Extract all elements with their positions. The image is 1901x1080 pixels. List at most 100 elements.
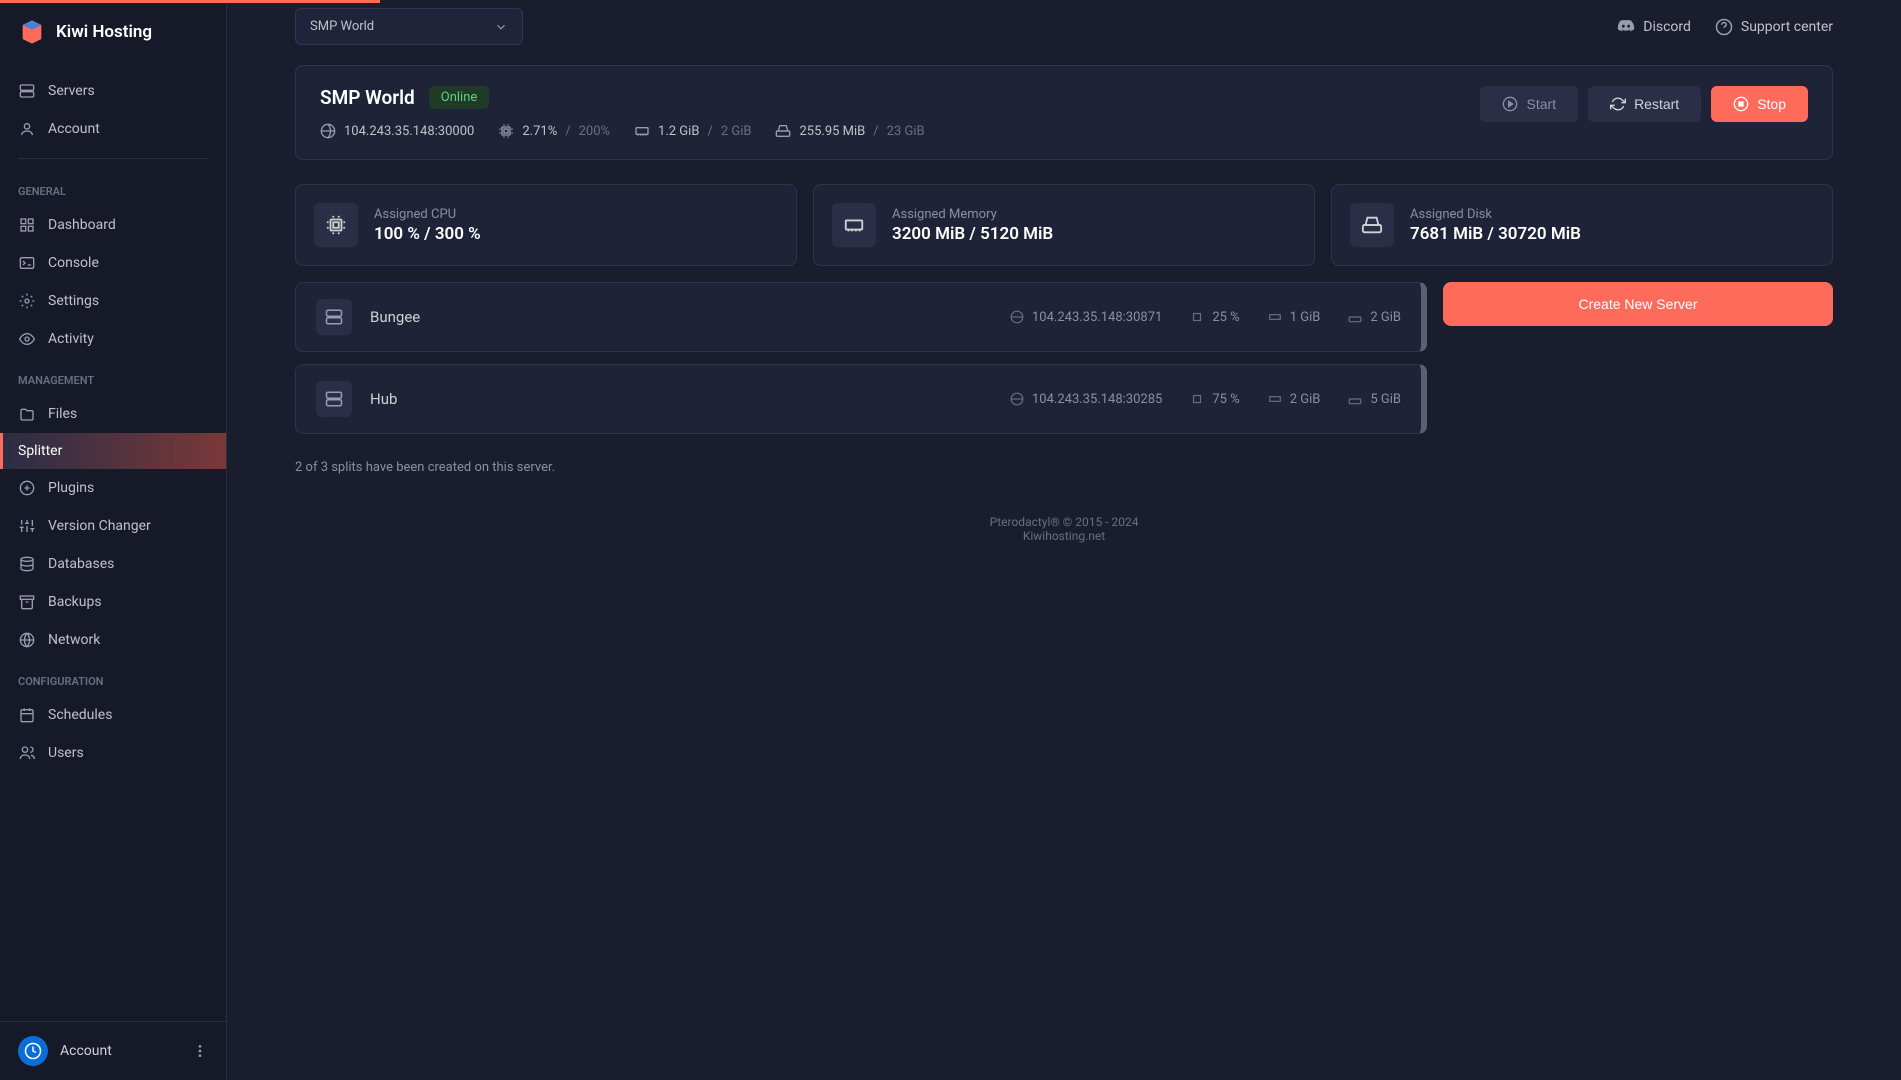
stop-label: Stop (1757, 96, 1786, 112)
create-server-button[interactable]: Create New Server (1443, 282, 1833, 326)
splits-count: 2 of 3 splits have been created on this … (295, 460, 1427, 475)
topbar-right: Discord Support center (1617, 18, 1833, 36)
nav-users[interactable]: Users (0, 734, 226, 772)
restart-label: Restart (1634, 96, 1679, 112)
disk-icon (1350, 203, 1394, 247)
nav-label: Backups (48, 594, 102, 610)
restart-button[interactable]: Restart (1588, 86, 1701, 122)
nav-label: Splitter (18, 443, 62, 459)
nav-label: Plugins (48, 480, 94, 496)
discord-label: Discord (1643, 19, 1691, 35)
split-row[interactable]: Hub 104.243.35.148:30285 75 % 2 GiB 5 Gi… (295, 364, 1427, 434)
stop-icon (1733, 96, 1749, 112)
start-button: Start (1480, 86, 1578, 122)
nav-files[interactable]: Files (0, 395, 226, 433)
section-configuration: CONFIGURATION (0, 659, 226, 696)
footer-line2[interactable]: Kiwihosting.net (295, 529, 1833, 543)
split-name: Bungee (370, 308, 550, 326)
card-value: 3200 MiB / 5120 MiB (892, 224, 1053, 244)
nav-activity[interactable]: Activity (0, 320, 226, 358)
card-label: Assigned CPU (374, 207, 481, 222)
resource-cards: Assigned CPU 100 % / 300 % Assigned Memo… (295, 184, 1833, 266)
archive-icon (18, 593, 36, 611)
nav-settings[interactable]: Settings (0, 282, 226, 320)
card-value: 7681 MiB / 30720 MiB (1410, 224, 1581, 244)
more-icon[interactable] (192, 1043, 208, 1059)
account-bar: Account (0, 1021, 226, 1080)
section-management: MANAGEMENT (0, 358, 226, 395)
start-label: Start (1526, 96, 1556, 112)
cpu-icon (1190, 392, 1204, 406)
nav-splitter[interactable]: Splitter (0, 433, 226, 469)
help-circle-icon (1715, 18, 1733, 36)
stat-memory: 1.2 GiB / 2 GiB (634, 123, 751, 139)
main: SMP World Discord Support center SMP Wor… (227, 0, 1901, 1080)
user-icon (18, 120, 36, 138)
split-disk: 2 GiB (1348, 310, 1401, 325)
nav-label: Files (48, 406, 77, 422)
split-name: Hub (370, 390, 550, 408)
sidebar: Kiwi Hosting Servers Account GENERAL Das… (0, 0, 227, 1080)
mem-sep: / (707, 124, 712, 139)
nav-network[interactable]: Network (0, 621, 226, 659)
stop-button[interactable]: Stop (1711, 86, 1808, 122)
nav-dashboard[interactable]: Dashboard (0, 206, 226, 244)
split-row[interactable]: Bungee 104.243.35.148:30871 25 % 1 GiB 2… (295, 282, 1427, 352)
nav-label: Databases (48, 556, 114, 572)
nav-label: Console (48, 255, 99, 271)
server-header: SMP World Online 104.243.35.148:30000 2.… (295, 65, 1833, 160)
ip-value: 104.243.35.148:30000 (344, 124, 474, 139)
card-disk: Assigned Disk 7681 MiB / 30720 MiB (1331, 184, 1833, 266)
disk-max: 23 GiB (887, 124, 925, 139)
discord-link[interactable]: Discord (1617, 18, 1691, 36)
server-select-value: SMP World (310, 19, 374, 34)
support-link[interactable]: Support center (1715, 18, 1833, 36)
split-stats: 104.243.35.148:30285 75 % 2 GiB 5 GiB (1010, 392, 1401, 407)
gear-icon (18, 292, 36, 310)
nav-label: Version Changer (48, 518, 151, 534)
database-icon (18, 555, 36, 573)
nav-databases[interactable]: Databases (0, 545, 226, 583)
nav-backups[interactable]: Backups (0, 583, 226, 621)
folder-icon (18, 405, 36, 423)
cpu-max: 200% (579, 124, 610, 139)
stat-cpu: 2.71% / 200% (498, 123, 610, 139)
server-select[interactable]: SMP World (295, 8, 523, 45)
users-icon (18, 744, 36, 762)
content: SMP World Online 104.243.35.148:30000 2.… (227, 53, 1901, 1080)
nav-label: Servers (48, 83, 95, 99)
globe-icon (1010, 392, 1024, 406)
split-ip: 104.243.35.148:30871 (1010, 310, 1162, 325)
footer-line1: Pterodactyl® © 2015 - 2024 (295, 515, 1833, 529)
splits-list: Bungee 104.243.35.148:30871 25 % 1 GiB 2… (295, 282, 1427, 475)
memory-icon (1268, 392, 1282, 406)
globe-icon (1010, 310, 1024, 324)
nav-console[interactable]: Console (0, 244, 226, 282)
memory-value: 1.2 GiB (658, 124, 699, 139)
card-label: Assigned Disk (1410, 207, 1581, 222)
chevron-down-icon (494, 20, 508, 34)
card-body: Assigned CPU 100 % / 300 % (374, 207, 481, 244)
memory-icon (1268, 310, 1282, 324)
nav-account-top[interactable]: Account (0, 110, 226, 148)
nav-scroll[interactable]: Servers Account GENERAL Dashboard Consol… (0, 64, 226, 1021)
refresh-icon (1610, 96, 1626, 112)
disk-value: 255.95 MiB (799, 124, 865, 139)
card-body: Assigned Memory 3200 MiB / 5120 MiB (892, 207, 1053, 244)
nav-servers[interactable]: Servers (0, 72, 226, 110)
disk-icon (1348, 392, 1362, 406)
disk-icon (775, 123, 791, 139)
nav-label: Network (48, 632, 100, 648)
avatar[interactable] (18, 1036, 48, 1066)
section-general: GENERAL (0, 169, 226, 206)
nav-schedules[interactable]: Schedules (0, 696, 226, 734)
cpu-sep: / (565, 124, 570, 139)
server-icon (316, 299, 352, 335)
cpu-icon (498, 123, 514, 139)
nav-plugins[interactable]: Plugins (0, 469, 226, 507)
nav-label: Dashboard (48, 217, 116, 233)
play-icon (1502, 96, 1518, 112)
brand[interactable]: Kiwi Hosting (0, 0, 226, 64)
stat-ip: 104.243.35.148:30000 (320, 123, 474, 139)
nav-version-changer[interactable]: Version Changer (0, 507, 226, 545)
